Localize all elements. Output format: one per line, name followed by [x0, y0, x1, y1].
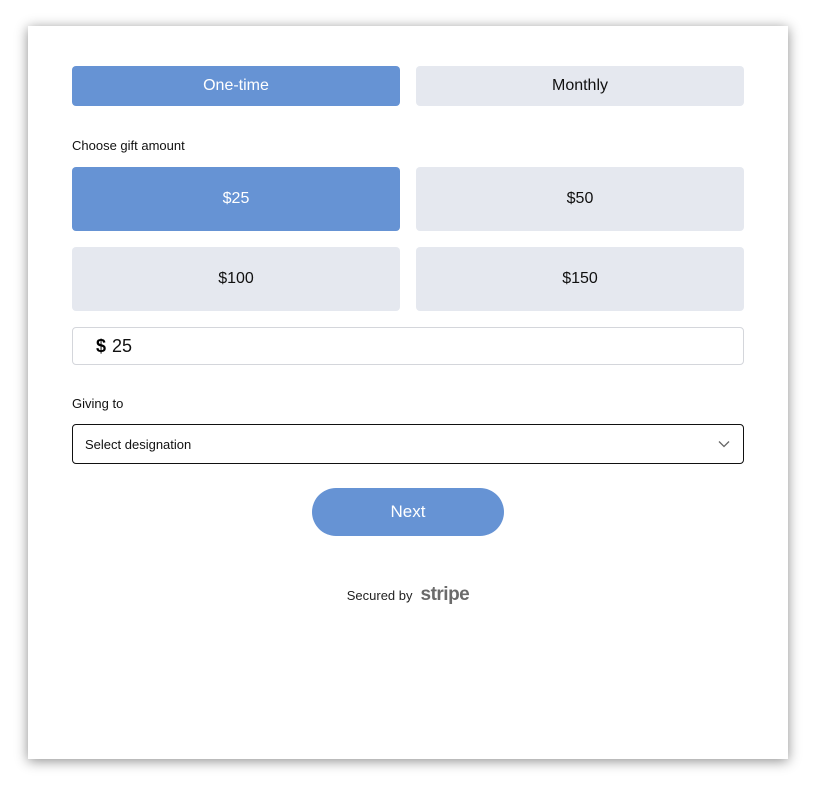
chevron-down-icon — [717, 437, 731, 451]
amount-100-button[interactable]: $100 — [72, 247, 400, 311]
custom-amount-input[interactable] — [112, 335, 673, 357]
amount-row-1: $25 $50 — [72, 167, 744, 231]
amount-150-button[interactable]: $150 — [416, 247, 744, 311]
amount-row-2: $100 $150 — [72, 247, 744, 311]
secured-by: Secured by stripe — [72, 584, 744, 606]
designation-select-value: Select designation — [85, 436, 192, 452]
donation-form: One-time Monthly Choose gift amount $25 … — [72, 66, 744, 606]
choose-amount-label: Choose gift amount — [72, 138, 185, 153]
one-time-button[interactable]: One-time — [72, 66, 400, 106]
amount-25-button[interactable]: $25 — [72, 167, 400, 231]
frequency-toggle: One-time Monthly — [72, 66, 744, 106]
secured-by-text: Secured by — [346, 587, 413, 603]
next-wrap: Next — [72, 488, 744, 536]
amount-50-button[interactable]: $50 — [416, 167, 744, 231]
designation-select[interactable]: Select designation — [72, 424, 744, 464]
monthly-button[interactable]: Monthly — [416, 66, 744, 106]
giving-to-label: Giving to — [72, 396, 124, 411]
currency-symbol: $ — [96, 335, 107, 356]
stripe-logo: stripe — [420, 584, 470, 605]
custom-amount-field[interactable]: $ — [72, 327, 744, 365]
donation-card: One-time Monthly Choose gift amount $25 … — [28, 26, 788, 759]
next-button[interactable]: Next — [312, 488, 504, 536]
